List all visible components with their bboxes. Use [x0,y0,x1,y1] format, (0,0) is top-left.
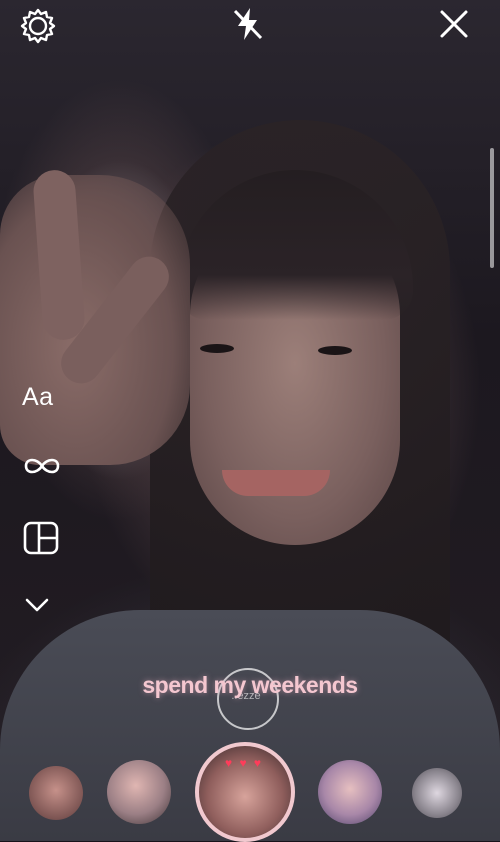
close-icon [440,10,468,38]
subject-eye-right [318,346,352,355]
flash-off-icon [233,8,263,40]
lyric-sticker-text[interactable]: spend my weekends [0,672,500,699]
scroll-indicator[interactable] [490,148,494,268]
filter-thumbnail[interactable] [318,760,382,824]
filter-thumbnail[interactable] [412,768,462,818]
settings-button[interactable] [18,6,58,44]
selected-filter-capture-button[interactable]: ♥ ♥ ♥ [195,742,295,842]
gear-icon [20,8,56,44]
flash-toggle-button[interactable] [228,4,268,44]
boomerang-button[interactable] [22,452,64,482]
infinity-icon [24,458,60,474]
subject-mouth [222,470,330,496]
layout-icon [23,521,59,555]
hearts-icon: ♥ ♥ ♥ [225,756,264,770]
close-button[interactable] [434,4,474,44]
filter-thumbnail[interactable] [107,760,171,824]
filter-thumbnail[interactable] [29,766,83,820]
create-text-button[interactable]: Aa [22,383,64,417]
subject-eye-left [200,344,234,353]
chevron-down-icon [25,598,49,612]
more-tools-button[interactable] [22,594,64,622]
layout-button[interactable] [22,520,64,556]
text-tool-label: Aa [22,383,54,411]
